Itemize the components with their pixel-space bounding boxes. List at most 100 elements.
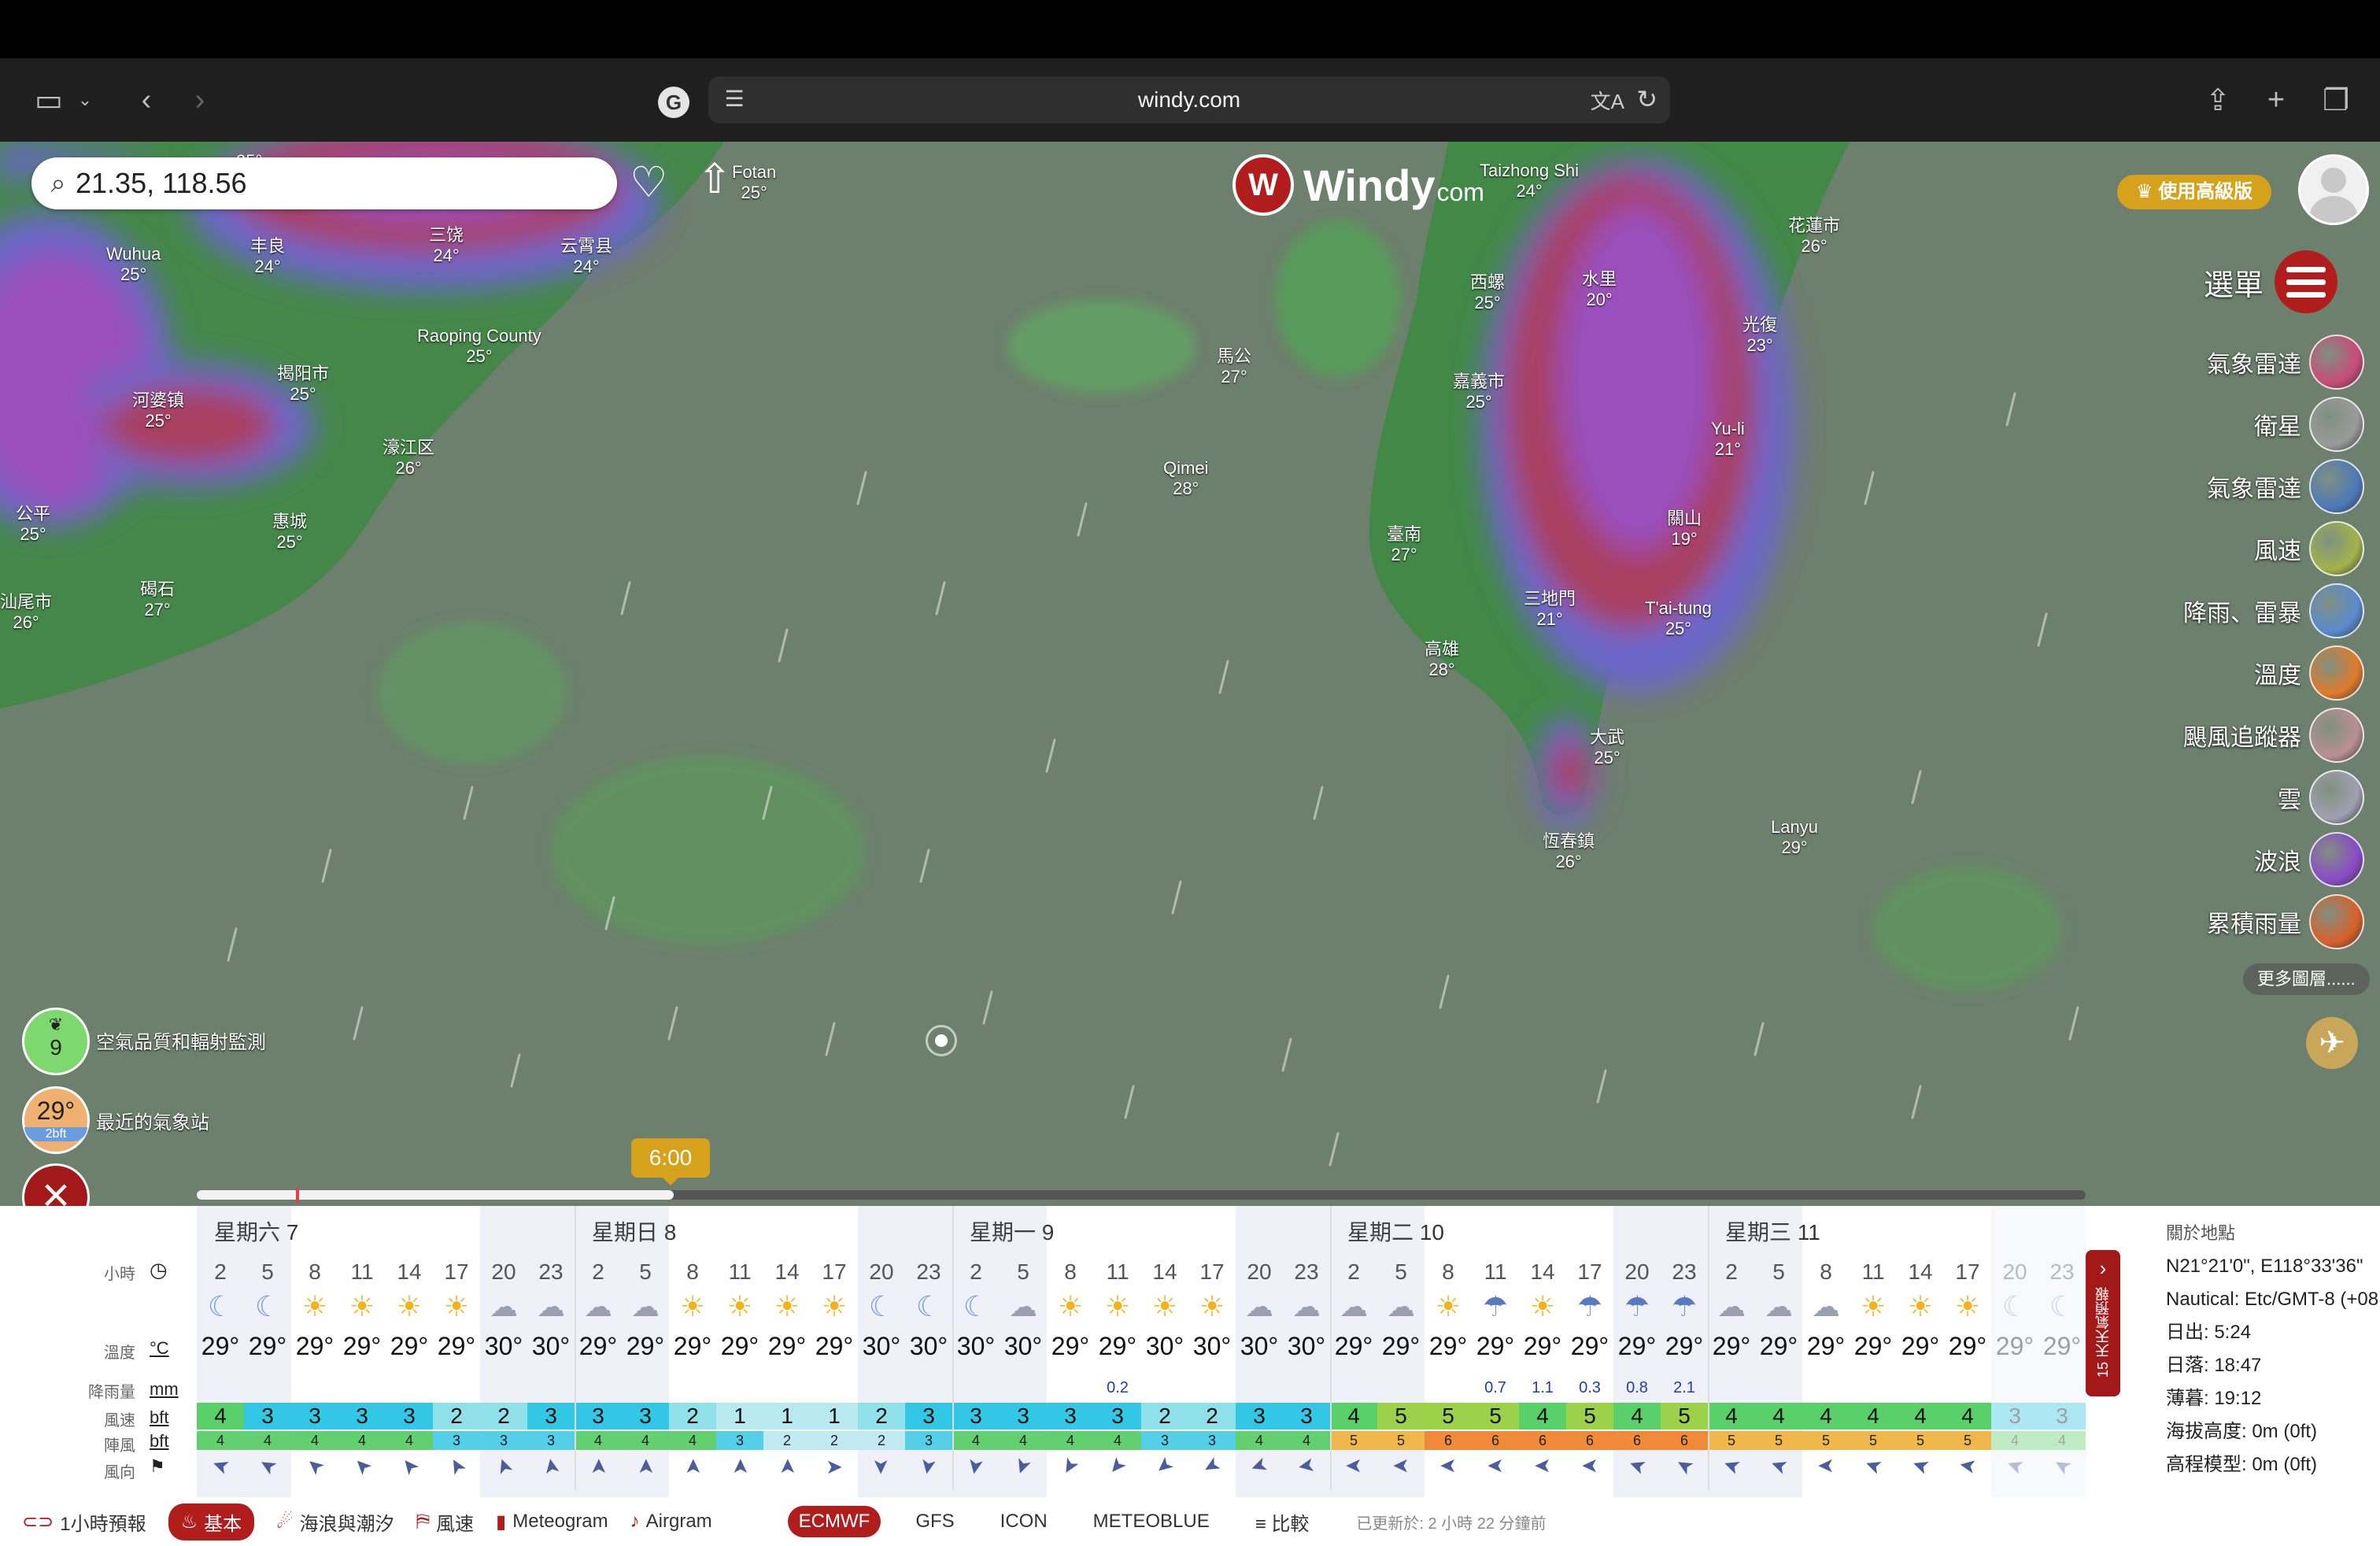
flag-icon: ⚑: [150, 1456, 165, 1476]
forecast-column[interactable]: 2 ☾ 29° 4 4 ➤: [197, 1206, 244, 1497]
map-place-name: 河婆镇: [132, 390, 185, 410]
forecast-tab[interactable]: ☄ 海浪與潮汐: [276, 1508, 394, 1536]
forecast-column[interactable]: 14 ☀ 30° 2 3 ➤: [1141, 1206, 1188, 1497]
forecast-column[interactable]: 11 ☀ 29° 4 5 ➤: [1850, 1206, 1897, 1497]
forecast-column[interactable]: 8 ☀ 29° 2 4 ➤: [669, 1206, 716, 1497]
back-icon[interactable]: ‹: [123, 79, 170, 121]
share-icon[interactable]: ⇪: [2194, 79, 2241, 121]
model-selector[interactable]: GFS: [904, 1506, 965, 1537]
upload-share-icon[interactable]: ⇧: [697, 156, 732, 203]
more-layers-button[interactable]: 更多圖層......: [2243, 963, 2370, 995]
timeline-slider[interactable]: [197, 1187, 2086, 1203]
forecast-column[interactable]: 20 ☁ 30° 3 4 ➤: [1236, 1206, 1283, 1497]
air-quality-button[interactable]: ❦ 9: [22, 1008, 90, 1075]
layer-item[interactable]: 降雨、雷暴: [2128, 579, 2364, 642]
forecast-column[interactable]: 2 ☁ 29° 4 5 ➤: [1708, 1206, 1755, 1497]
forecast-column[interactable]: 5 ☁ 29° 3 4 ➤: [622, 1206, 669, 1497]
forecast-column[interactable]: 2 ☁ 29° 3 4 ➤: [575, 1206, 622, 1497]
forecast-column[interactable]: 20 ☾ 29° 3 4 ➤: [1991, 1206, 2038, 1497]
wind-unit[interactable]: bft: [150, 1407, 168, 1428]
forecast-column[interactable]: 8 ☀ 29° 5 6 ➤: [1425, 1206, 1472, 1497]
forecast-column[interactable]: 14 ☀ 29° 3 4 ➤: [386, 1206, 433, 1497]
layer-item[interactable]: 累積雨量: [2128, 890, 2364, 952]
layer-item[interactable]: 衛星: [2128, 393, 2364, 455]
forecast-column[interactable]: 17 ☂ 29° 0.3 5 6 ➤: [1566, 1206, 1613, 1497]
time-bubble[interactable]: 6:00: [631, 1138, 710, 1185]
layer-item[interactable]: 波浪: [2128, 828, 2364, 890]
forecast-column[interactable]: 5 ☁ 29° 4 5 ➤: [1755, 1206, 1802, 1497]
forecast-column[interactable]: 2 ☁ 29° 4 5 ➤: [1330, 1206, 1377, 1497]
forecast-column[interactable]: 23 ☾ 29° 3 4 ➤: [2038, 1206, 2086, 1497]
layer-item[interactable]: 雲: [2128, 766, 2364, 828]
forecast-column[interactable]: 14 ☀ 29° 1 2 ➤: [763, 1206, 811, 1497]
map-place-label: 三地門 21°: [1524, 589, 1576, 630]
favorite-icon[interactable]: ♡: [630, 157, 667, 207]
model-selector[interactable]: ICON: [989, 1506, 1059, 1537]
layer-item[interactable]: 溫度: [2128, 642, 2364, 704]
search-input[interactable]: [74, 166, 581, 201]
forecast-tab[interactable]: ♪ Airgram: [630, 1511, 712, 1533]
forecast-column[interactable]: 14 ☀ 29° 4 5 ➤: [1897, 1206, 1944, 1497]
forecast-column[interactable]: 2 ☾ 30° 3 4 ➤: [952, 1206, 1000, 1497]
weather-station-button[interactable]: 29° 2bft: [22, 1086, 90, 1154]
forecast-column[interactable]: 8 ☀ 29° 3 4 ➤: [1047, 1206, 1094, 1497]
layer-item[interactable]: 氣象雷達: [2128, 331, 2364, 393]
forecast-column[interactable]: 17 ☀ 29° 4 5 ➤: [1944, 1206, 1991, 1497]
sun-icon: ☀: [821, 1290, 848, 1322]
forecast-column[interactable]: 11 ☀ 29° 0.2 3 4 ➤: [1094, 1206, 1141, 1497]
plus-icon[interactable]: +: [2252, 79, 2300, 121]
forecast-column[interactable]: 17 ☀ 29° 2 3 ➤: [433, 1206, 480, 1497]
gust-unit[interactable]: bft: [150, 1431, 168, 1452]
forecast-column[interactable]: 11 ☀ 29° 3 4 ➤: [338, 1206, 386, 1497]
layer-item[interactable]: 風速: [2128, 517, 2364, 579]
airplane-icon[interactable]: ✈: [2306, 1017, 2358, 1069]
windy-logo[interactable]: W Windy com: [1232, 154, 1484, 216]
forward-icon[interactable]: ›: [176, 79, 224, 121]
forecast-tab[interactable]: ⛿ 風速: [416, 1508, 474, 1536]
forecast-column[interactable]: 14 ☀ 29° 1.1 4 6 ➤: [1519, 1206, 1566, 1497]
forecast-column[interactable]: 11 ☂ 29° 0.7 5 6 ➤: [1472, 1206, 1519, 1497]
forecast-columns[interactable]: 2 ☾ 29° 4 4 ➤ 5 ☾ 29° 3 4 ➤ 8 ☀ 29° 3 4 ➤ 11 ☀ 29° 3 4 ➤ 14 ☀ 29° 3…: [197, 1206, 2086, 1497]
menu-button[interactable]: 選單: [2204, 250, 2338, 313]
forecast-column[interactable]: 23 ☂ 29° 2.1 5 6 ➤: [1661, 1206, 1708, 1497]
location-marker[interactable]: [926, 1025, 957, 1056]
model-selector[interactable]: ≡ 比較: [1244, 1503, 1321, 1540]
forecast-tab[interactable]: ⊂⊃ 1小時預報: [22, 1508, 146, 1536]
translate-icon[interactable]: 文A: [1591, 86, 1624, 115]
forecast-column[interactable]: 17 ☀ 29° 1 2 ➤: [811, 1206, 858, 1497]
reload-icon[interactable]: ↻: [1636, 84, 1658, 114]
tabs-icon[interactable]: ❐: [2312, 79, 2360, 121]
forecast-column[interactable]: 23 ☁ 30° 3 4 ➤: [1283, 1206, 1330, 1497]
model-selector[interactable]: ECMWF: [787, 1506, 881, 1537]
forecast-tab[interactable]: ♨ 基本: [168, 1503, 255, 1540]
weather-map[interactable]: 25°25°Wuhua25°丰良24°三饶24°云霄县24°Fotan25°Ra…: [0, 142, 2380, 1206]
forecast-column[interactable]: 23 ☁ 30° 3 3 ➤: [527, 1206, 575, 1497]
forecast-column[interactable]: 20 ☂ 29° 0.8 4 6 ➤: [1613, 1206, 1661, 1497]
layer-item[interactable]: 氣象雷達: [2128, 455, 2364, 517]
forecast-column[interactable]: 23 ☾ 30° 3 3 ➤: [905, 1206, 952, 1497]
forecast-tab[interactable]: ▮ Meteogram: [496, 1511, 608, 1533]
layer-item[interactable]: 颶風追蹤器: [2128, 704, 2364, 766]
avatar[interactable]: [2298, 154, 2369, 225]
temp-unit[interactable]: °C: [150, 1338, 169, 1359]
forecast-column[interactable]: 5 ☁ 29° 5 5 ➤: [1377, 1206, 1425, 1497]
forecast-column[interactable]: 17 ☀ 30° 2 3 ➤: [1188, 1206, 1236, 1497]
search-bar[interactable]: ⌕: [31, 157, 617, 209]
forecast-column[interactable]: 5 ☁ 30° 3 4 ➤: [1000, 1206, 1047, 1497]
grammarly-icon[interactable]: G: [658, 87, 689, 118]
forecast-column[interactable]: 5 ☾ 29° 3 4 ➤: [244, 1206, 291, 1497]
sidebar-icon[interactable]: ▭: [25, 79, 72, 121]
chevron-down-icon[interactable]: ⌄: [69, 79, 101, 121]
rain-unit[interactable]: mm: [150, 1379, 179, 1400]
fifteen-day-forecast-button[interactable]: › 15 天天氣預報: [2086, 1250, 2120, 1396]
page-menu-icon[interactable]: ☰: [721, 86, 748, 113]
forecast-column[interactable]: 8 ☁ 29° 4 5 ➤: [1802, 1206, 1850, 1497]
layer-thumbnail-icon: [2309, 583, 2364, 638]
forecast-column[interactable]: 20 ☾ 30° 2 2 ➤: [858, 1206, 905, 1497]
forecast-column[interactable]: 8 ☀ 29° 3 4 ➤: [291, 1206, 338, 1497]
address-bar[interactable]: ☰ windy.com 文A ↻: [708, 76, 1670, 124]
model-selector[interactable]: METEOBLUE: [1082, 1506, 1221, 1537]
forecast-column[interactable]: 20 ☁ 30° 2 3 ➤: [480, 1206, 527, 1497]
forecast-column[interactable]: 11 ☀ 29° 1 3 ➤: [716, 1206, 763, 1497]
premium-button[interactable]: ♛ 使用高級版: [2117, 175, 2272, 209]
